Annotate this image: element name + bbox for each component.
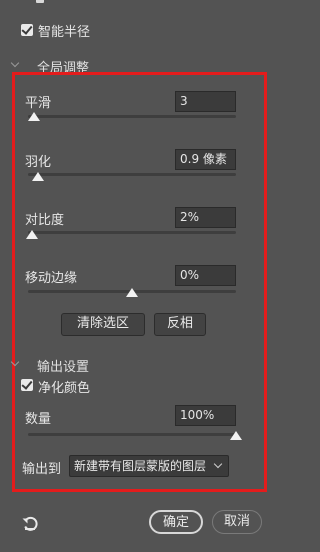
feather-input[interactable]: 0.9 像素 bbox=[175, 149, 236, 170]
clear-selection-button[interactable]: 清除选区 bbox=[61, 313, 145, 336]
chevron-down-icon[interactable] bbox=[10, 58, 20, 68]
output-to-select[interactable]: 新建带有图层蒙版的图层 bbox=[69, 455, 229, 477]
amount-input[interactable]: 100% bbox=[175, 405, 236, 426]
output-settings-title: 输出设置 bbox=[37, 360, 90, 375]
smooth-slider-track[interactable] bbox=[28, 115, 236, 118]
smooth-slider-thumb[interactable] bbox=[28, 112, 40, 121]
shift-edge-input[interactable]: 0% bbox=[175, 265, 236, 286]
shift-edge-slider-thumb[interactable] bbox=[126, 288, 138, 297]
feather-slider-track[interactable] bbox=[28, 173, 236, 176]
amount-label: 数量 bbox=[25, 412, 52, 427]
chevron-down-icon bbox=[213, 459, 223, 469]
contrast-input[interactable]: 2% bbox=[175, 207, 236, 228]
amount-slider-thumb[interactable] bbox=[230, 431, 242, 440]
shift-edge-label: 移动边缘 bbox=[25, 271, 78, 286]
smooth-label: 平滑 bbox=[25, 96, 52, 111]
feather-slider-thumb[interactable] bbox=[32, 172, 44, 181]
output-to-value: 新建带有图层蒙版的图层 bbox=[74, 459, 207, 473]
ok-button[interactable]: 确定 bbox=[149, 510, 203, 534]
amount-slider-track[interactable] bbox=[28, 433, 236, 436]
decontaminate-label: 净化颜色 bbox=[38, 381, 91, 396]
output-to-label: 输出到 bbox=[22, 462, 62, 477]
smart-radius-label: 智能半径 bbox=[38, 25, 91, 40]
reset-icon[interactable] bbox=[21, 514, 39, 532]
decontaminate-checkbox[interactable] bbox=[21, 379, 33, 391]
invert-button[interactable]: 反相 bbox=[154, 313, 206, 336]
feather-label: 羽化 bbox=[25, 155, 52, 170]
smart-radius-checkbox[interactable] bbox=[21, 24, 33, 36]
cancel-button[interactable]: 取消 bbox=[212, 510, 262, 534]
contrast-slider-track[interactable] bbox=[28, 231, 236, 234]
contrast-label: 对比度 bbox=[25, 213, 65, 228]
contrast-slider-thumb[interactable] bbox=[26, 230, 38, 239]
smooth-input[interactable]: 3 bbox=[175, 91, 236, 112]
scroll-remnant bbox=[36, 0, 44, 3]
